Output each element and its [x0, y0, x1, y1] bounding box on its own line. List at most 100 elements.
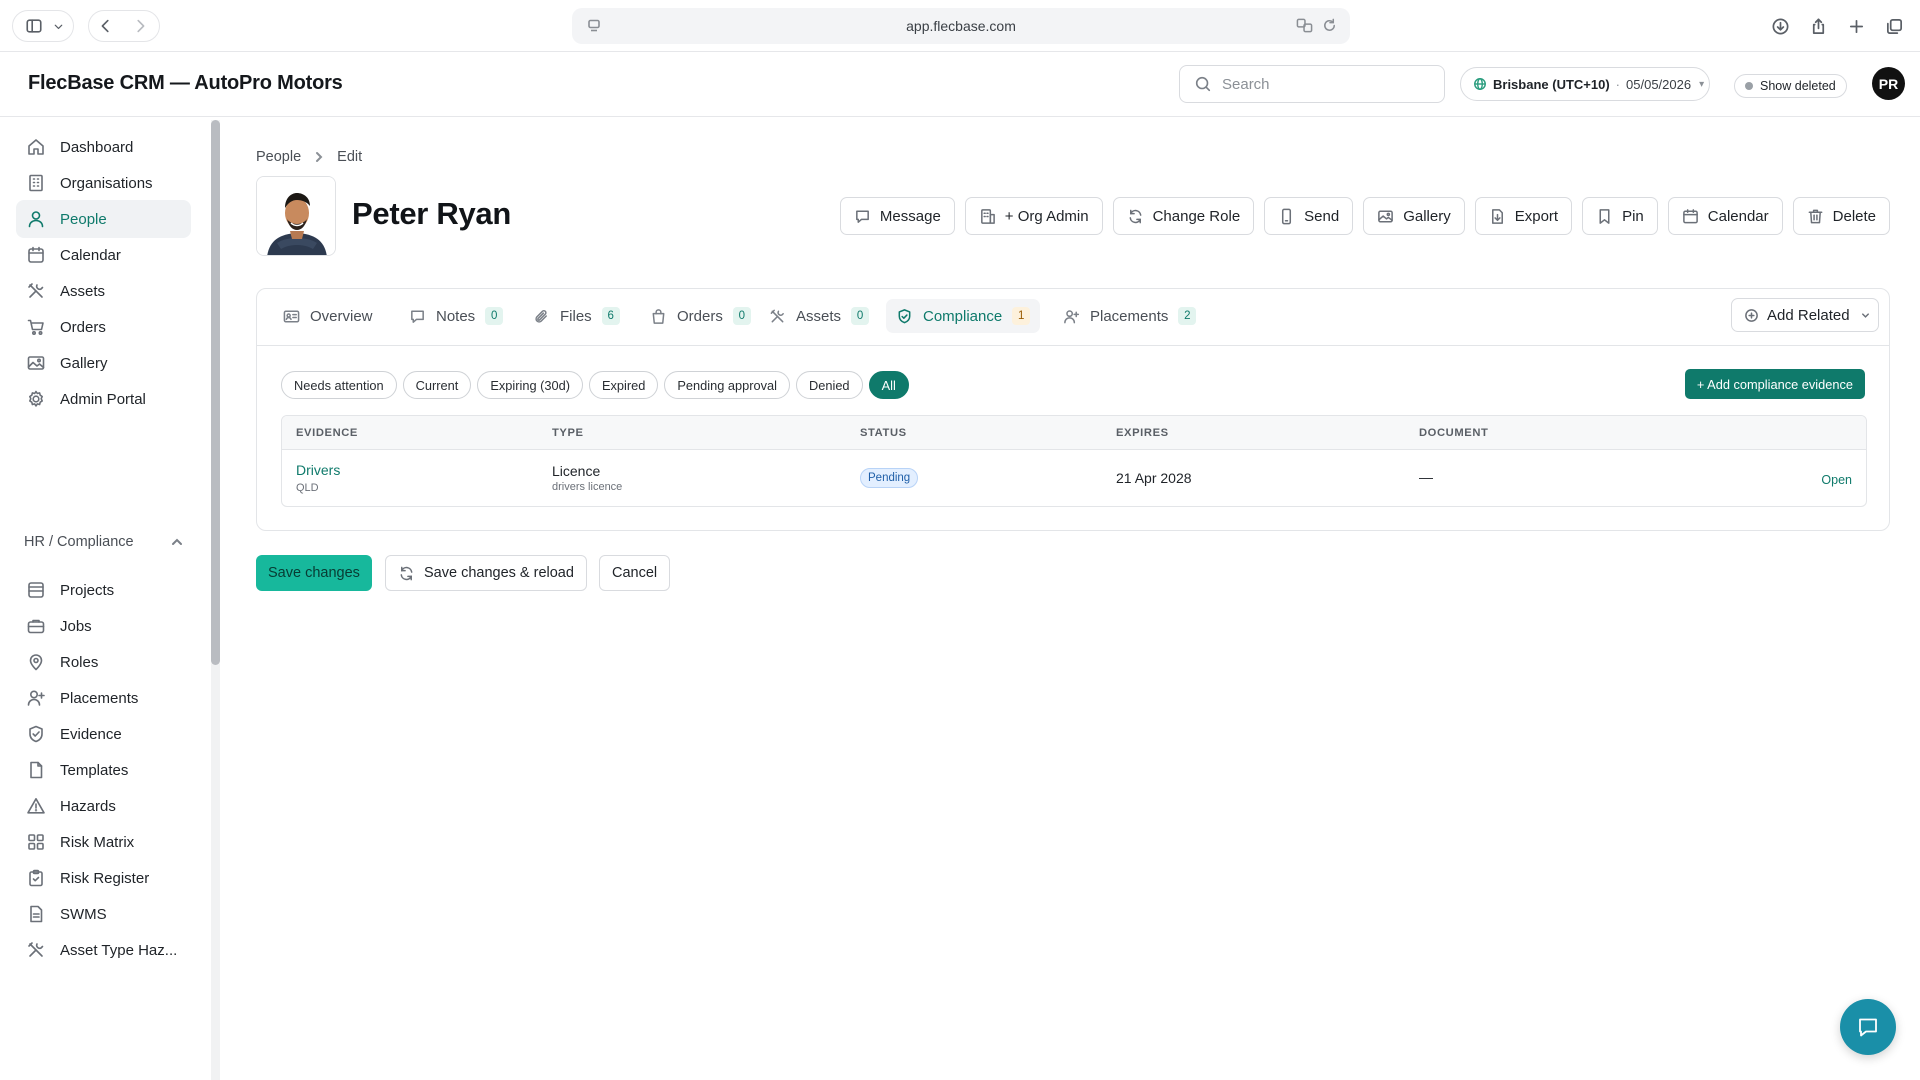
search-input[interactable]	[1222, 75, 1422, 93]
send-button[interactable]: Send	[1264, 197, 1354, 235]
tab-count-badge: 0	[485, 307, 504, 325]
sidebar-item-risk-register[interactable]: Risk Register	[16, 859, 191, 897]
evidence-name-link[interactable]: Drivers	[296, 462, 340, 478]
tab-overview[interactable]: Overview	[273, 299, 383, 333]
sidebar-item-label: Organisations	[60, 174, 153, 192]
chat-bubble-icon	[1856, 1015, 1880, 1039]
chevron-down-icon[interactable]	[50, 10, 67, 42]
sidebar-item-label: Admin Portal	[60, 390, 146, 408]
profile-photo[interactable]	[256, 176, 336, 256]
sidebar-item-placements[interactable]: Placements	[16, 679, 191, 717]
sidebar: Dashboard Organisations People Calendar …	[0, 118, 222, 1080]
tab-files[interactable]: Files 6	[523, 299, 630, 333]
sidebar-toggle-group[interactable]	[12, 10, 74, 42]
change-role-button[interactable]: Change Role	[1112, 197, 1255, 235]
sidebar-item-assets[interactable]: Assets	[16, 272, 191, 310]
filter-needs-attention[interactable]: Needs attention	[281, 371, 397, 399]
tab-compliance[interactable]: Compliance 1	[886, 299, 1041, 333]
sidebar-item-templates[interactable]: Templates	[16, 751, 191, 789]
share-icon[interactable]	[1802, 10, 1834, 42]
forward-icon[interactable]	[123, 10, 157, 42]
tab-label: Overview	[310, 307, 373, 325]
new-tab-icon[interactable]	[1840, 10, 1872, 42]
phone-icon	[1278, 208, 1304, 225]
sidebar-item-label: Roles	[60, 653, 99, 671]
tab-orders[interactable]: Orders 0	[640, 299, 761, 333]
open-link[interactable]: Open	[1821, 473, 1852, 487]
chat-icon	[409, 308, 436, 325]
search-box[interactable]	[1179, 65, 1445, 103]
tab-assets[interactable]: Assets 0	[759, 299, 879, 333]
pin-button[interactable]: Pin	[1582, 197, 1658, 235]
sidebar-item-orders[interactable]: Orders	[16, 308, 191, 346]
cancel-button[interactable]: Cancel	[599, 555, 671, 591]
browser-actions	[1764, 10, 1910, 42]
evidence-type-detail: drivers licence	[552, 481, 623, 493]
filter-expiring-30d[interactable]: Expiring (30d)	[477, 371, 583, 399]
reload-icon[interactable]	[1321, 17, 1338, 34]
sidebar-item-gallery[interactable]: Gallery	[16, 344, 191, 382]
sidebar-item-organisations[interactable]: Organisations	[16, 164, 191, 202]
chevron-right-icon	[313, 151, 325, 163]
user-avatar[interactable]: PR	[1872, 67, 1905, 100]
show-deleted-toggle[interactable]: Show deleted	[1734, 74, 1847, 98]
sidebar-scrollbar[interactable]	[211, 120, 220, 1080]
timezone-selector[interactable]: Brisbane (UTC+10) · 05/05/2026 ▾	[1460, 67, 1710, 101]
address-bar[interactable]: app.flecbase.com	[572, 8, 1350, 44]
filter-pending-approval[interactable]: Pending approval	[664, 371, 790, 399]
add-compliance-evidence-button[interactable]: + Add compliance evidence	[1684, 369, 1865, 399]
sidebar-item-swms[interactable]: SWMS	[16, 895, 191, 933]
document-icon	[26, 760, 46, 780]
download-icon[interactable]	[1764, 10, 1796, 42]
sidebar-item-label: Dashboard	[60, 138, 134, 156]
breadcrumb-people-link[interactable]: People	[256, 149, 301, 165]
tab-notes[interactable]: Notes 0	[399, 299, 513, 333]
filter-all[interactable]: All	[868, 371, 909, 399]
translate-icon[interactable]	[1296, 17, 1313, 34]
message-button[interactable]: Message	[839, 197, 955, 235]
back-icon[interactable]	[89, 10, 123, 42]
tab-count-badge: 2	[1178, 307, 1197, 325]
chevron-up-icon[interactable]	[170, 535, 184, 549]
add-related-dropdown[interactable]: Add Related	[1731, 298, 1879, 332]
sidebar-item-dashboard[interactable]: Dashboard	[16, 128, 191, 166]
tab-count-badge: 0	[851, 307, 870, 325]
sidebar-item-calendar[interactable]: Calendar	[16, 236, 191, 274]
tab-overview-icon[interactable]	[1878, 10, 1910, 42]
save-and-reload-button[interactable]: Save changes & reload	[385, 555, 587, 591]
filter-denied[interactable]: Denied	[796, 371, 863, 399]
chat-support-button[interactable]	[1840, 999, 1896, 1055]
page-settings-icon[interactable]	[586, 18, 602, 34]
tools-icon	[26, 940, 46, 960]
tab-placements[interactable]: Placements 2	[1053, 299, 1206, 333]
add-org-admin-button[interactable]: + Org Admin	[964, 197, 1103, 235]
sidebar-item-admin-portal[interactable]: Admin Portal	[16, 380, 191, 418]
filter-expired[interactable]: Expired	[589, 371, 659, 399]
tab-label: Files	[560, 307, 592, 325]
sidebar-item-roles[interactable]: Roles	[16, 643, 191, 681]
table-header: EVIDENCE TYPE STATUS EXPIRES DOCUMENT	[282, 416, 1866, 450]
sidebar-section-hr-compliance[interactable]: HR / Compliance	[24, 534, 184, 550]
sidebar-item-evidence[interactable]: Evidence	[16, 715, 191, 753]
record-actions: Message + Org Admin Change Role Send Gal…	[839, 197, 1890, 235]
plus-circle-icon	[1744, 308, 1767, 323]
gallery-button[interactable]: Gallery	[1363, 197, 1465, 235]
sidebar-item-jobs[interactable]: Jobs	[16, 607, 191, 645]
calendar-button[interactable]: Calendar	[1667, 197, 1783, 235]
sidebar-item-people[interactable]: People	[16, 200, 191, 238]
sidebar-scrollbar-thumb[interactable]	[211, 120, 220, 665]
export-button[interactable]: Export	[1474, 197, 1573, 235]
sidebar-item-hazards[interactable]: Hazards	[16, 787, 191, 825]
table-row[interactable]: Drivers QLD Licence drivers licence Pend…	[282, 450, 1866, 506]
filter-current[interactable]: Current	[402, 371, 472, 399]
grid-icon	[26, 832, 46, 852]
user-plus-icon	[1063, 308, 1090, 325]
calendar-icon	[26, 245, 46, 265]
save-changes-button[interactable]: Save changes	[256, 555, 372, 591]
delete-button[interactable]: Delete	[1792, 197, 1890, 235]
sidebar-toggle-icon[interactable]	[19, 10, 50, 42]
sidebar-item-asset-type-hazards[interactable]: Asset Type Haz...	[16, 931, 191, 969]
tab-count-badge: 0	[732, 307, 751, 325]
sidebar-item-projects[interactable]: Projects	[16, 571, 191, 609]
sidebar-item-risk-matrix[interactable]: Risk Matrix	[16, 823, 191, 861]
